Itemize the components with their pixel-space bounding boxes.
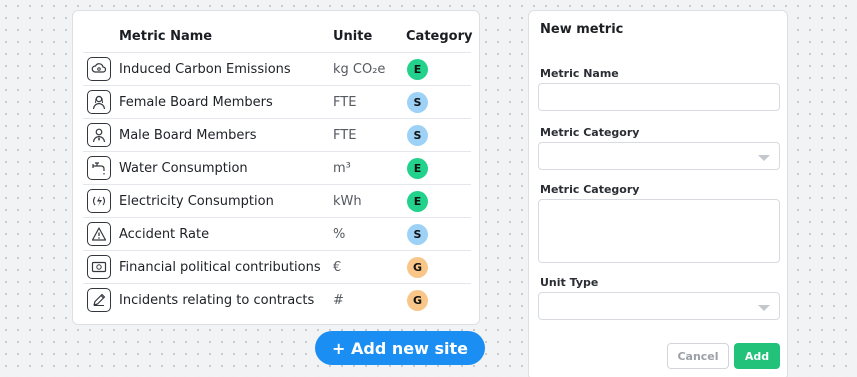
cloud-icon <box>87 57 111 81</box>
table-header: Metric Name Unite Category <box>73 25 479 51</box>
metric-unit: € <box>333 260 342 275</box>
metric-name: Electricity Consumption <box>119 194 274 209</box>
metric-category-textarea[interactable] <box>538 199 780 263</box>
metric-name: Female Board Members <box>119 95 273 110</box>
category-badge: S <box>407 92 428 113</box>
category-badge: S <box>407 125 428 146</box>
metric-name: Financial political contributions <box>119 260 321 275</box>
man-icon <box>87 123 111 147</box>
metric-unit: kg CO₂e <box>333 62 386 77</box>
header-unit: Unite <box>333 29 373 44</box>
metric-name: Induced Carbon Emissions <box>119 62 291 77</box>
unit-type-select[interactable] <box>538 292 780 320</box>
category-badge: G <box>407 257 428 278</box>
metric-unit: # <box>333 293 344 308</box>
faucet-icon <box>87 156 111 180</box>
table-body: Induced Carbon Emissions kg CO₂e E Female B… <box>83 52 471 316</box>
table-row[interactable]: Electricity Consumption kWh E <box>83 184 471 217</box>
category-badge: E <box>407 59 428 80</box>
unit-type-label: Unit Type <box>540 276 599 289</box>
table-row[interactable]: Water Consumption m³ E <box>83 151 471 184</box>
electricity-icon <box>87 189 111 213</box>
metric-name: Incidents relating to contracts <box>119 293 315 308</box>
panel-title: New metric <box>540 22 624 37</box>
metric-name: Male Board Members <box>119 128 257 143</box>
metric-unit: kWh <box>333 194 362 209</box>
category-badge: E <box>407 158 428 179</box>
add-new-site-button[interactable]: + Add new site <box>315 331 485 365</box>
metric-unit: FTE <box>333 128 357 143</box>
metric-unit: % <box>333 227 346 242</box>
money-icon <box>87 255 111 279</box>
metric-category-label: Metric Category <box>540 126 640 139</box>
metric-name: Accident Rate <box>119 227 210 242</box>
category-badge: G <box>407 290 428 311</box>
pencil-icon <box>87 288 111 312</box>
metric-category-label-2: Metric Category <box>540 183 640 196</box>
metric-name-input[interactable] <box>538 83 780 111</box>
table-row[interactable]: Female Board Members FTE S <box>83 85 471 118</box>
table-row[interactable]: Incidents relating to contracts # G <box>83 283 471 316</box>
metric-name: Water Consumption <box>119 161 248 176</box>
chevron-down-icon <box>758 155 770 161</box>
category-badge: E <box>407 191 428 212</box>
woman-icon <box>87 90 111 114</box>
metric-category-select[interactable] <box>538 142 780 170</box>
header-category: Category <box>406 29 473 44</box>
metric-unit: m³ <box>333 161 351 176</box>
metric-unit: FTE <box>333 95 357 110</box>
cancel-button[interactable]: Cancel <box>667 343 729 369</box>
chevron-down-icon <box>758 305 770 311</box>
new-metric-panel: New metric Metric Name Metric Category M… <box>528 10 788 377</box>
category-badge: S <box>407 224 428 245</box>
header-metric-name: Metric Name <box>119 29 213 44</box>
add-button[interactable]: Add <box>734 343 780 369</box>
table-row[interactable]: Male Board Members FTE S <box>83 118 471 151</box>
table-row[interactable]: Financial political contributions € G <box>83 250 471 283</box>
metric-name-label: Metric Name <box>540 67 619 80</box>
warning-icon <box>87 222 111 246</box>
metrics-table: Metric Name Unite Category Induced Carbo… <box>72 10 480 325</box>
table-row[interactable]: Accident Rate% S <box>83 217 471 250</box>
table-row[interactable]: Induced Carbon Emissions kg CO₂e E <box>83 52 471 85</box>
